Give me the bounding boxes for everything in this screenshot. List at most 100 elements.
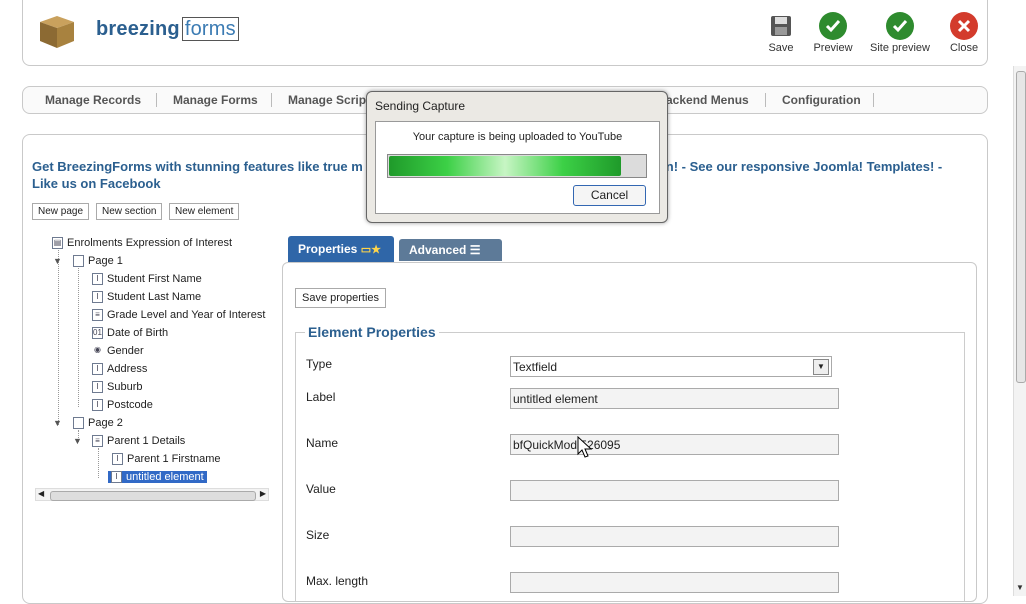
tree-line <box>58 250 59 425</box>
tab-advanced[interactable]: Advanced ☰ <box>399 239 502 261</box>
menu-divider <box>765 93 766 107</box>
scroll-right-icon[interactable]: ▶ <box>260 489 266 498</box>
promo-line1-end[interactable]: on! - See our responsive Joomla! Templat… <box>658 159 942 174</box>
tree-form-root[interactable]: ▤ Enrolments Expression of Interest <box>52 235 232 251</box>
menu-divider <box>873 93 874 107</box>
tree-element[interactable]: I Postcode <box>92 397 153 413</box>
scroll-down-icon[interactable]: ▼ <box>1016 583 1024 592</box>
menu-manage-forms[interactable]: Manage Forms <box>173 93 258 107</box>
scroll-left-icon[interactable]: ◀ <box>38 489 44 498</box>
progress-fill <box>389 156 622 176</box>
type-label: Type <box>306 357 333 371</box>
menu-divider <box>156 93 157 107</box>
tree-element[interactable]: ≡ Grade Level and Year of Interest <box>92 307 265 323</box>
tree-element[interactable]: I Address <box>92 361 147 377</box>
size-field[interactable] <box>510 526 839 547</box>
tab-label: Advanced <box>409 243 467 257</box>
promo-line1-start: Get BreezingForms with stunning features… <box>32 159 363 174</box>
tree-element[interactable]: I Suburb <box>92 379 142 395</box>
textfield-icon: I <box>111 471 122 484</box>
tree-element-selected[interactable]: Iuntitled element <box>108 469 207 485</box>
save-button[interactable]: Save <box>762 12 800 54</box>
tree-horizontal-scrollbar[interactable]: ◀ ▶ <box>35 488 269 501</box>
preview-label: Preview <box>813 42 853 54</box>
check-circle-icon <box>886 12 914 40</box>
tree-element[interactable]: I Parent 1 Firstname <box>112 451 221 467</box>
chevron-down-icon[interactable]: ▼ <box>813 359 829 375</box>
textfield-icon: I <box>92 363 103 376</box>
collapse-arrow-icon[interactable]: ▼ <box>53 256 62 266</box>
new-section-button[interactable]: New section <box>96 203 163 220</box>
form-icon: ▤ <box>52 237 63 250</box>
upload-progress-bar <box>387 154 647 178</box>
floppy-disk-icon <box>767 12 795 40</box>
logo-accent-text: forms <box>181 17 239 41</box>
tree-label: Parent 1 Firstname <box>127 453 221 465</box>
tree-label: Page 2 <box>88 417 123 429</box>
collapse-arrow-icon[interactable]: ▼ <box>53 418 62 428</box>
menu-divider <box>271 93 272 107</box>
size-label: Size <box>306 528 330 542</box>
name-field[interactable]: bfQuickMod 526095 <box>510 434 839 455</box>
value-label: Value <box>306 482 336 496</box>
textfield-icon: I <box>92 381 103 394</box>
menu-backend-menus[interactable]: ackend Menus <box>666 93 749 107</box>
tree-label: Page 1 <box>88 255 123 267</box>
tree-label: Date of Birth <box>107 327 169 339</box>
site-preview-button[interactable]: Site preview <box>868 12 932 54</box>
preview-button[interactable]: Preview <box>811 12 855 54</box>
max-length-label: Max. length <box>306 574 369 588</box>
label-label: Label <box>306 390 336 404</box>
menu-manage-scripts[interactable]: Manage Scrip <box>288 93 366 107</box>
cancel-button[interactable]: Cancel <box>573 185 646 206</box>
tree-element[interactable]: I Student First Name <box>92 271 202 287</box>
tree-element[interactable]: I Student Last Name <box>92 289 201 305</box>
collapse-arrow-icon[interactable]: ▼ <box>73 436 82 446</box>
textfield-icon: I <box>92 399 103 412</box>
tree-label: Enrolments Expression of Interest <box>67 237 233 249</box>
close-label: Close <box>949 42 979 54</box>
tree-label: Student First Name <box>107 273 202 285</box>
app-logo: breezing forms <box>96 17 239 41</box>
menu-configuration[interactable]: Configuration <box>782 93 861 107</box>
textfield-icon: I <box>92 273 103 286</box>
dialog-title: Sending Capture <box>375 99 466 113</box>
tree-element[interactable]: 01 Date of Birth <box>92 325 168 341</box>
select-list-icon: ≡ <box>92 309 103 322</box>
name-label: Name <box>306 436 339 450</box>
menu-manage-records[interactable]: Manage Records <box>45 93 141 107</box>
logo-main-text: breezing <box>96 18 180 40</box>
box-logo-icon <box>36 10 78 52</box>
save-label: Save <box>768 42 794 54</box>
new-element-button[interactable]: New element <box>169 203 240 220</box>
promo-facebook-link[interactable]: Like us on Facebook <box>32 176 161 191</box>
tree-line <box>98 448 99 478</box>
close-button[interactable]: Close <box>946 12 982 54</box>
page-icon <box>73 417 84 430</box>
tree-page-2[interactable]: Page 2 <box>73 415 123 431</box>
type-select[interactable]: Textfield ▼ <box>510 356 832 377</box>
advanced-list-icon: ☰ <box>469 243 481 257</box>
save-properties-button[interactable]: Save properties <box>295 288 387 308</box>
section-icon: ≡ <box>92 435 103 448</box>
tree-section[interactable]: ≡ Parent 1 Details <box>92 433 185 449</box>
tree-label: Parent 1 Details <box>107 435 186 447</box>
scroll-thumb[interactable] <box>50 491 256 501</box>
mouse-cursor-icon <box>577 435 593 465</box>
page-vertical-scrollbar[interactable]: ▼ <box>1013 66 1026 596</box>
properties-star-icon: ▭★ <box>360 244 381 256</box>
max-length-field[interactable] <box>510 572 839 593</box>
new-page-button[interactable]: New page <box>32 203 90 220</box>
tab-properties[interactable]: Properties ▭★ <box>288 236 394 262</box>
page-icon <box>73 255 84 268</box>
tree-label: Suburb <box>107 381 143 393</box>
label-field[interactable]: untitled element <box>510 388 839 409</box>
tree-label: Student Last Name <box>107 291 202 303</box>
textfield-icon: I <box>92 291 103 304</box>
tree-element[interactable]: ◉ Gender <box>92 343 144 359</box>
tree-page-1[interactable]: Page 1 <box>73 253 123 269</box>
value-field[interactable] <box>510 480 839 501</box>
tree-label: Gender <box>107 345 144 357</box>
scroll-thumb[interactable] <box>1016 71 1026 383</box>
tree-label: Address <box>107 363 148 375</box>
